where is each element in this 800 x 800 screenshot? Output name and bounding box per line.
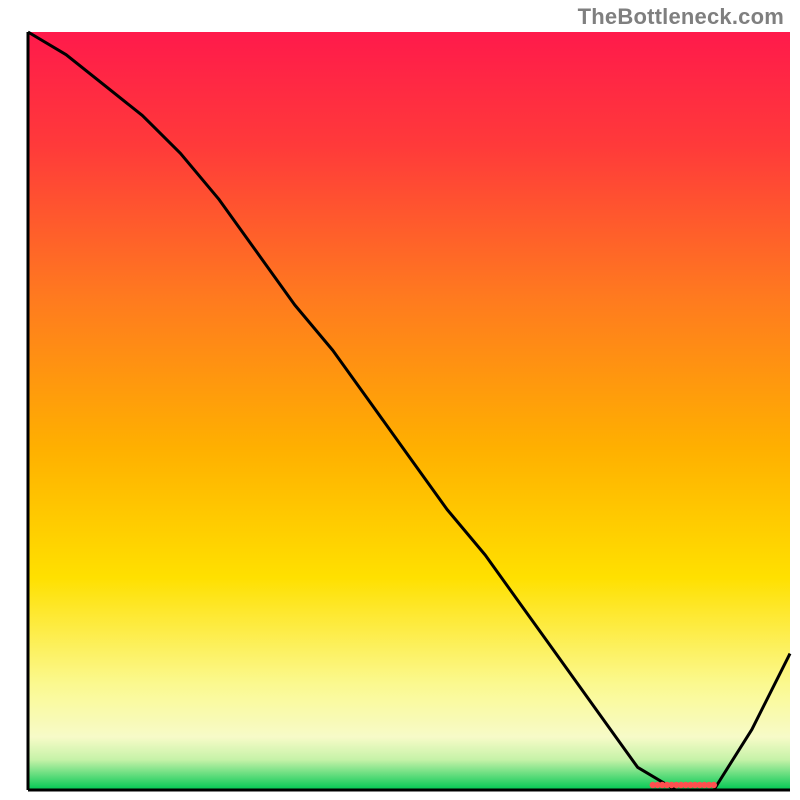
plot-background [28,32,790,790]
chart-container: TheBottleneck.com [0,0,800,800]
bottleneck-chart [0,0,800,800]
